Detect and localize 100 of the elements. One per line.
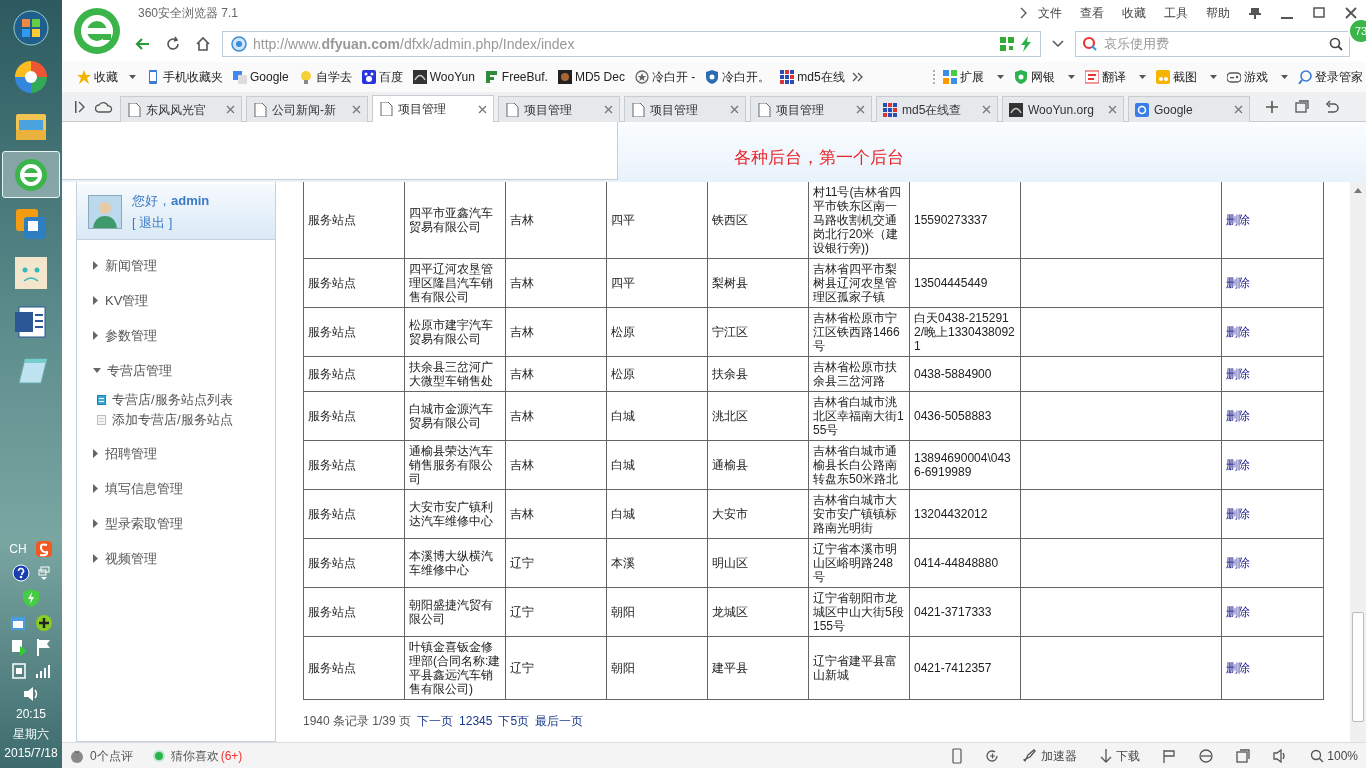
menu-item[interactable]: 收藏 [1114,2,1154,24]
district-cell: 建平县 [707,636,809,700]
address-cell: 吉林省松原市宁江区铁西路1466号 [808,307,910,357]
shield-icon [1013,70,1028,84]
bookmark-item[interactable]: 百度 [358,67,406,87]
logout-link[interactable]: [ 退出 ] [132,212,210,232]
pin-icon [1248,6,1262,20]
phone-cell: 白天0438-2152912/晚上13304380921 [909,307,1021,357]
address-cell: 辽宁省建平县富山新城 [808,636,910,700]
tab-list-button[interactable] [1292,99,1312,114]
bookmark-item[interactable]: Google [230,67,292,87]
bookmark-item[interactable]: MD5 Dec [554,67,628,87]
city-cell: 松原 [606,356,708,392]
type-cell: 服务站点 [303,587,405,637]
menu-item[interactable]: 型录索取管理 [93,506,183,541]
browser-tab[interactable]: 东风风光官 [120,96,242,122]
submenu-item[interactable]: 添加专营店/服务站点 [97,410,233,430]
search-bar[interactable]: 哀乐使用费 [1075,31,1350,57]
window-icon [1236,748,1251,763]
menu-item[interactable]: 新闻管理 [93,248,157,283]
delete-link[interactable]: 删除 [1226,367,1250,381]
home-icon [195,36,211,52]
close-icon [730,105,739,114]
accelerator-button[interactable]: 加速器 [1014,746,1086,765]
browser-tab[interactable]: 项目管理 [750,96,872,122]
city-cell: 本溪 [606,538,708,588]
delete-link[interactable]: 删除 [1226,507,1250,521]
document-icon [13,303,49,340]
star-icon [77,70,91,84]
browser-tab[interactable]: 公司新闻-新 [246,96,368,122]
menu-item[interactable]: 专营店管理 [93,353,172,388]
menu-item[interactable]: 参数管理 [93,318,157,353]
district-cell: 扶余县 [707,356,809,392]
chevron-down-icon [1052,40,1064,48]
menu-item[interactable]: 工具 [1156,2,1196,24]
toolbar-item[interactable]: 翻译 [1081,67,1149,87]
delete-link[interactable]: 删除 [1226,409,1250,423]
windows-icon [1295,99,1309,114]
shield-icon [22,588,40,609]
delete-link[interactable]: 删除 [1226,325,1250,339]
url-text: http://www.dfyuan.com/dfxk/admin.php/Index/index [253,34,575,54]
phone-cell: 0438-5884900 [909,356,1021,392]
browser-tab[interactable]: 项目管理 [372,95,494,122]
bookmark-item[interactable]: 自学去 [295,67,355,87]
dropdown-button[interactable] [1049,40,1067,48]
type-cell: 服务站点 [303,440,405,490]
paw-icon [361,70,376,84]
bookmark-item[interactable]: WooYun [409,67,478,87]
page-icon [379,102,393,116]
toolbar-item[interactable]: 扩展 [939,67,1007,87]
menu-item[interactable]: 帮助 [1198,2,1238,24]
delete-link[interactable]: 删除 [1226,556,1250,570]
toolbar-item[interactable]: 游戏 [1223,67,1291,87]
pagination-link[interactable]: 12345 [459,712,493,730]
pagination-link[interactable]: 下一页 [417,712,454,730]
bookmark-item[interactable]: 手机收藏夹 [143,67,226,87]
delete-link[interactable]: 删除 [1226,458,1250,472]
delete-link[interactable]: 删除 [1226,276,1250,290]
bookmark-item[interactable]: 收藏 [74,67,139,87]
delete-link[interactable]: 删除 [1226,605,1250,619]
district-cell: 洮北区 [707,391,809,441]
browser-tab[interactable]: Google [1128,96,1250,122]
scrollbar-thumb[interactable] [1352,612,1364,722]
browser-tab[interactable]: md5在线查 [876,96,998,122]
menu-item[interactable]: 查看 [1072,2,1112,24]
delete-link[interactable]: 删除 [1226,213,1250,227]
phone-cell: 13204432012 [909,489,1021,539]
search-field[interactable]: 哀乐使用费 [1102,33,1325,55]
menu-item[interactable]: 填写信息管理 [93,471,183,506]
pagination-link[interactable]: 最后一页 [535,712,584,730]
browser-tab[interactable]: 项目管理 [498,96,620,122]
grid-icon [780,70,795,84]
menu-item[interactable]: 视频管理 [93,541,157,576]
delete-link[interactable]: 删除 [1226,661,1250,675]
scrollbar[interactable] [1350,182,1366,742]
close-icon [604,105,613,114]
download-button[interactable]: 下载 [1091,746,1149,765]
submenu-item[interactable]: 专营店/服务站点列表 [97,390,233,410]
toolbar-item[interactable]: 截图 [1152,67,1220,87]
flag-icon [1162,748,1177,763]
bookmark-item[interactable]: FreeBuf. [481,67,551,87]
browser-tab[interactable]: 项目管理 [624,96,746,122]
reload-icon [165,36,181,52]
name-cell: 四平市亚鑫汽车贸易有限公司 [404,182,506,259]
bookmark-item[interactable]: md5在线 [777,67,848,87]
type-cell: 服务站点 [303,538,405,588]
browser-tab[interactable]: WooYun.org [1002,96,1124,122]
toolbar-item[interactable]: 网银 [1010,67,1078,87]
bookmark-item[interactable]: 冷白开。 [702,67,774,87]
toolbar-item[interactable]: 登录管家 [1294,67,1366,87]
bookmark-item[interactable]: 冷白开 - [631,67,699,87]
zoom-button[interactable]: 100% [1302,746,1366,765]
menu-item[interactable]: KV管理 [93,283,149,318]
menu-item[interactable]: 文件 [1030,2,1070,24]
menu-item[interactable]: 招聘管理 [93,436,157,471]
lightning-icon [1020,36,1032,52]
pagination-link[interactable]: 下5页 [498,712,530,730]
close-icon [982,105,991,114]
address-cell: 吉林省松原市扶余县三岔河路 [808,356,910,392]
type-cell: 服务站点 [303,391,405,441]
